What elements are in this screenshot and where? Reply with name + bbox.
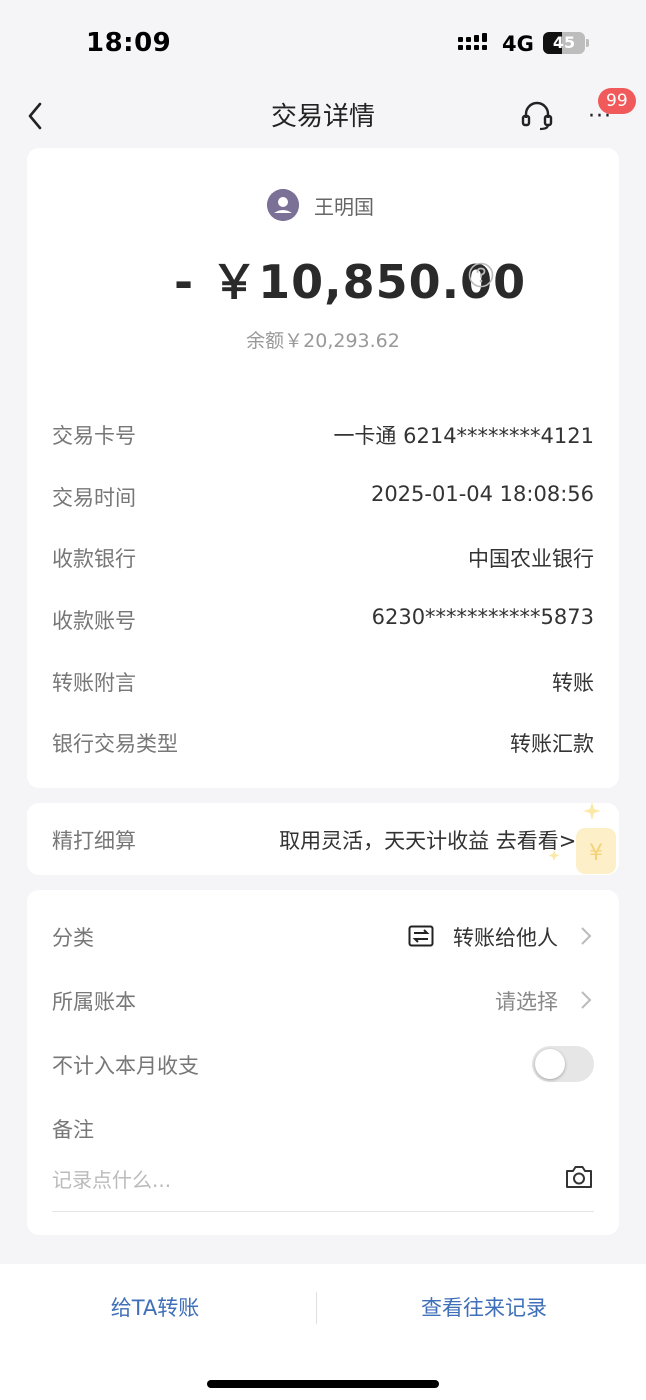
- nav-bar: 交易详情 ···: [0, 80, 646, 148]
- divider: [52, 1211, 594, 1212]
- exclude-row: 不计入本月收支: [52, 1042, 594, 1086]
- signal-icon: [458, 33, 487, 50]
- detail-label: 转账附言: [52, 671, 136, 695]
- view-history-button[interactable]: 查看往来记录: [322, 1292, 646, 1332]
- divider: [316, 1292, 317, 1324]
- detail-value: 2025-01-04 18:08:56: [370, 482, 594, 506]
- transfer-to-payee-button[interactable]: 给TA转账: [0, 1292, 310, 1332]
- detail-value: 转账汇款: [510, 732, 594, 756]
- category-value: 转账给他人: [453, 926, 558, 950]
- note-row: 备注: [52, 1106, 594, 1150]
- detail-row-account: 收款账号 6230***********5873: [52, 599, 594, 639]
- category-row[interactable]: 分类 转账给他人: [52, 914, 594, 958]
- detail-label: 收款银行: [52, 547, 136, 571]
- help-icon[interactable]: [468, 262, 494, 288]
- note-label: 备注: [52, 1118, 94, 1142]
- exclude-label: 不计入本月收支: [52, 1054, 199, 1078]
- note-input[interactable]: [52, 1162, 552, 1198]
- detail-row-type: 银行交易类型 转账汇款: [52, 722, 594, 762]
- toggle-knob: [535, 1049, 565, 1079]
- detail-row-card: 交易卡号 一卡通 6214********4121: [52, 414, 594, 454]
- exclude-toggle[interactable]: [532, 1046, 594, 1082]
- chevron-right-icon: [581, 991, 592, 1009]
- avatar: [267, 189, 299, 221]
- bottom-bar: 给TA转账 查看往来记录: [0, 1264, 646, 1400]
- detail-row-memo: 转账附言 转账: [52, 661, 594, 701]
- promo-card[interactable]: 精打细算 取用灵活，天天计收益 去看看>>: [27, 803, 619, 875]
- payee-name: 王明国: [314, 195, 374, 219]
- notification-badge: 99: [598, 88, 636, 114]
- promo-label: 精打细算: [52, 829, 136, 853]
- transaction-card: 王明国 - ￥10,850.00 余额￥20,293.62 交易卡号 一卡通 6…: [27, 148, 619, 788]
- detail-value: 中国农业银行: [468, 547, 594, 571]
- detail-label: 交易卡号: [52, 424, 136, 448]
- detail-row-bank: 收款银行 中国农业银行: [52, 537, 594, 577]
- ledger-label: 所属账本: [52, 990, 136, 1014]
- headset-icon[interactable]: [518, 96, 556, 134]
- battery-level: 45: [552, 33, 576, 52]
- status-time: 18:09: [86, 28, 172, 58]
- detail-row-time: 交易时间 2025-01-04 18:08:56: [52, 476, 594, 516]
- status-bar: 18:09 4G 45: [0, 0, 646, 80]
- settings-card: 分类 转账给他人 所属账本 请选择 不计入本月收支 备注: [27, 890, 619, 1235]
- detail-value: 转账: [552, 671, 594, 695]
- camera-icon[interactable]: [564, 1164, 594, 1190]
- detail-label: 收款账号: [52, 609, 136, 633]
- battery-icon: 45: [543, 32, 589, 54]
- network-label: 4G: [502, 32, 534, 56]
- chevron-right-icon: [581, 927, 592, 945]
- category-label: 分类: [52, 926, 94, 950]
- balance-text: 余额￥20,293.62: [246, 330, 400, 352]
- detail-label: 交易时间: [52, 486, 136, 510]
- detail-value: 一卡通 6214********4121: [333, 424, 594, 448]
- detail-value: 6230***********5873: [371, 605, 594, 629]
- sparkle-icon: ¥: [548, 802, 616, 874]
- amount-row: - ￥10,850.00: [27, 246, 619, 309]
- home-indicator: [207, 1380, 439, 1388]
- payee-row: 王明国: [27, 188, 619, 222]
- detail-label: 银行交易类型: [52, 732, 178, 756]
- transfer-icon: [408, 925, 434, 947]
- ledger-row[interactable]: 所属账本 请选择: [52, 978, 594, 1022]
- svg-text:¥: ¥: [589, 841, 603, 866]
- ledger-value: 请选择: [495, 990, 558, 1014]
